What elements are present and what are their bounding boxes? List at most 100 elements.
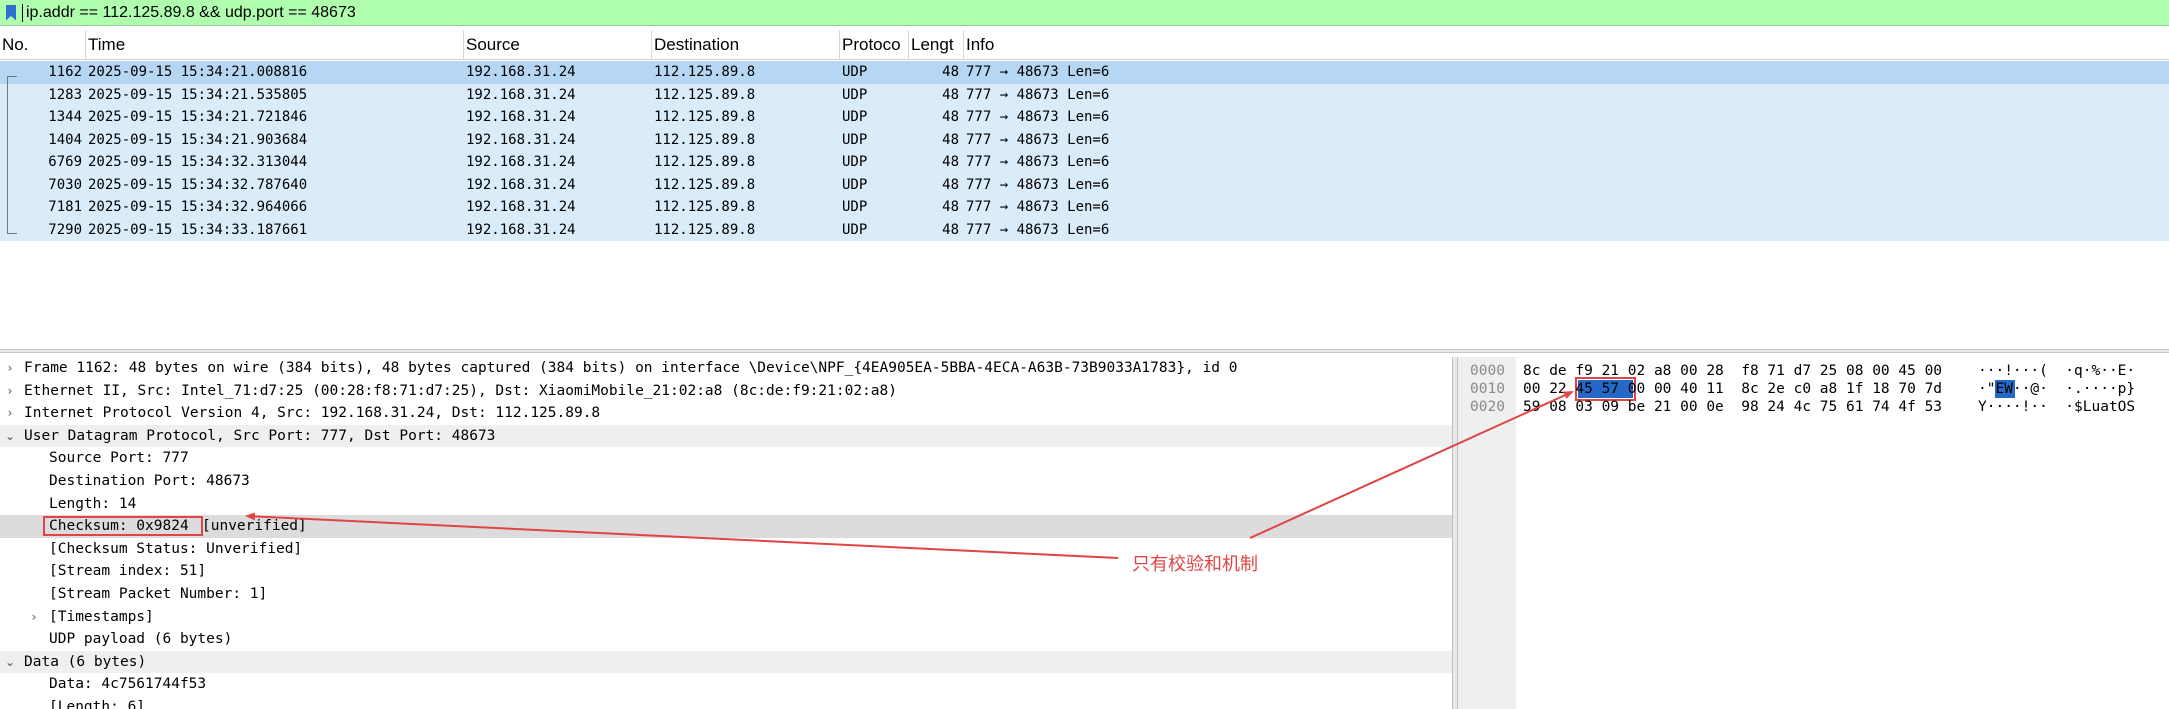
column-header-time[interactable]: Time [86, 30, 464, 60]
collapsed-arrow-icon[interactable]: › [3, 357, 17, 380]
cell-protocol: UDP [842, 131, 868, 148]
bytes-row[interactable]: 0020 59 08 03 09 be 21 00 0e 98 24 4c 75 … [1458, 398, 2169, 416]
cell-destination: 112.125.89.8 [654, 109, 756, 125]
bytes-hex: 8c de f9 21 02 a8 00 28 f8 71 d7 25 08 0… [1523, 363, 1943, 379]
display-filter-bar[interactable]: ip.addr == 112.125.89.8 && udp.port == 4… [0, 0, 2169, 26]
cell-length: 48 [942, 154, 959, 170]
bookmark-icon [6, 4, 16, 21]
packet-row[interactable]: 7030 2025-09-15 15:34:32.787640 192.168.31… [0, 173, 2169, 196]
pane-splitter-horizontal[interactable] [0, 349, 2169, 353]
tree-item[interactable]: Data: 4c7561744f53 [0, 673, 1452, 696]
packet-details-tree[interactable]: › Frame 1162: 48 bytes on wire (384 bits)… [0, 357, 1452, 709]
cell-info: 777 → 48673 Len=6 [966, 109, 1110, 125]
tree-item[interactable]: [Length: 6] [0, 696, 1452, 709]
cell-protocol: UDP [842, 221, 868, 238]
cell-source: 192.168.31.24 [466, 199, 576, 215]
cell-info: 777 → 48673 Len=6 [966, 154, 1110, 170]
tree-item[interactable]: [Stream Packet Number: 1] [0, 583, 1452, 606]
column-header-info[interactable]: Info [964, 30, 2169, 60]
tree-item[interactable]: UDP payload (6 bytes) [0, 628, 1452, 651]
packet-row[interactable]: 6769 2025-09-15 15:34:32.313044 192.168.31… [0, 151, 2169, 174]
bytes-row[interactable]: 0000 8c de f9 21 02 a8 00 28 f8 71 d7 25 … [1458, 362, 2169, 380]
cell-source: 192.168.31.24 [466, 64, 576, 80]
tree-item[interactable]: Source Port: 777 [0, 447, 1452, 470]
tree-item[interactable]: ⌄ User Datagram Protocol, Src Port: 777, … [0, 424, 1452, 448]
column-header-protocol[interactable]: Protoco [840, 30, 909, 60]
bytes-ascii: Y····!·· ·$LuatOS [1978, 399, 2136, 415]
tree-item-label: [Timestamps] [49, 608, 154, 625]
tree-item[interactable]: › [Timestamps] [0, 606, 1452, 629]
cell-length: 48 [942, 86, 959, 103]
cell-time: 2025-09-15 15:34:21.008816 [88, 64, 308, 80]
cell-protocol: UDP [842, 64, 868, 80]
tree-item[interactable]: Length: 14 [0, 493, 1452, 516]
tree-item-label: Internet Protocol Version 4, Src: 192.16… [24, 405, 601, 422]
bytes-ascii: ···!···( ·q·%··E· [1978, 363, 2136, 379]
cell-protocol: UDP [842, 109, 868, 125]
tree-item-suffix: [unverified] [202, 518, 307, 535]
packet-bytes-pane[interactable]: 0000 8c de f9 21 02 a8 00 28 f8 71 d7 25 … [1458, 357, 2169, 709]
bytes-row[interactable]: 0010 00 22 45 57 00 00 40 11 8c 2e c0 a8 … [1458, 380, 2169, 398]
cell-destination: 112.125.89.8 [654, 199, 756, 215]
bytes-hex: 59 08 03 09 be 21 00 0e 98 24 4c 75 61 7… [1523, 399, 1943, 415]
packet-row[interactable]: 1283 2025-09-15 15:34:21.535805 192.168.31… [0, 83, 2169, 106]
tree-item-label: [Length: 6] [49, 699, 146, 709]
cell-protocol: UDP [842, 154, 868, 170]
cell-time: 2025-09-15 15:34:21.535805 [88, 86, 308, 103]
tree-item-label: Ethernet II, Src: Intel_71:d7:25 (00:28:… [24, 382, 897, 399]
cell-length: 48 [942, 64, 959, 80]
cell-length: 48 [942, 176, 959, 193]
bytes-offset: 0000 [1470, 363, 1505, 379]
column-header-length[interactable]: Lengt [909, 30, 964, 60]
tree-item-label: Frame 1162: 48 bytes on wire (384 bits),… [24, 360, 1238, 376]
cell-length: 48 [942, 131, 959, 148]
cell-destination: 112.125.89.8 [654, 176, 756, 193]
cell-protocol: UDP [842, 176, 868, 193]
cell-time: 2025-09-15 15:34:32.313044 [88, 154, 308, 170]
tree-item[interactable]: Destination Port: 48673 [0, 470, 1452, 493]
annotation-label: 只有校验和机制 [1132, 554, 1258, 575]
tree-item-label: Source Port: 777 [49, 450, 189, 467]
cell-protocol: UDP [842, 199, 868, 215]
packet-row[interactable]: 7290 2025-09-15 15:34:33.187661 192.168.31… [0, 218, 2169, 241]
cell-source: 192.168.31.24 [466, 176, 576, 193]
collapsed-arrow-icon[interactable]: › [3, 402, 17, 425]
tree-item-label: UDP payload (6 bytes) [49, 631, 233, 648]
collapsed-arrow-icon[interactable]: › [27, 606, 41, 629]
conversation-bracket-line [7, 82, 8, 232]
tree-item-label: Destination Port: 48673 [49, 473, 250, 489]
bytes-ascii: ·"EW··@· ·.····p} [1978, 381, 2136, 397]
expanded-arrow-icon[interactable]: ⌄ [3, 425, 17, 448]
cell-info: 777 → 48673 Len=6 [966, 221, 1110, 238]
column-header-source[interactable]: Source [464, 30, 652, 60]
expanded-arrow-icon[interactable]: ⌄ [3, 651, 17, 674]
bytes-hex: 00 22 45 57 00 00 40 11 8c 2e c0 a8 1f 1… [1523, 381, 1943, 397]
packet-row[interactable]: 1162 2025-09-15 15:34:21.008816 192.168.31… [0, 61, 2169, 84]
cell-source: 192.168.31.24 [466, 154, 576, 170]
conversation-bracket-start [7, 76, 17, 82]
cell-source: 192.168.31.24 [466, 131, 576, 148]
cell-source: 192.168.31.24 [466, 109, 576, 125]
column-header-destination[interactable]: Destination [652, 30, 840, 60]
filter-bookmark-button[interactable] [0, 0, 22, 26]
tree-item[interactable]: › Frame 1162: 48 bytes on wire (384 bits)… [0, 357, 1452, 380]
cell-length: 48 [942, 221, 959, 238]
tree-item[interactable]: › Internet Protocol Version 4, Src: 192.1… [0, 402, 1452, 425]
tree-item-label: [Stream index: 51] [49, 563, 207, 580]
tree-item[interactable]: Checksum: 0x9824 [unverified] [0, 515, 1452, 538]
tree-item[interactable]: › Ethernet II, Src: Intel_71:d7:25 (00:28… [0, 380, 1452, 403]
bytes-offset: 0010 [1470, 381, 1505, 397]
packet-row[interactable]: 1404 2025-09-15 15:34:21.903684 192.168.31… [0, 128, 2169, 151]
tree-item-label: [Checksum Status: Unverified] [49, 540, 303, 557]
cell-info: 777 → 48673 Len=6 [966, 64, 1110, 80]
display-filter-input[interactable]: ip.addr == 112.125.89.8 && udp.port == 4… [22, 3, 356, 22]
conversation-bracket-end [7, 226, 17, 234]
packet-row[interactable]: 7181 2025-09-15 15:34:32.964066 192.168.31… [0, 196, 2169, 219]
packet-list[interactable]: No. Time Source Destination Protoco Leng… [0, 30, 2169, 350]
packet-row[interactable]: 1344 2025-09-15 15:34:21.721846 192.168.31… [0, 106, 2169, 129]
column-header-no[interactable]: No. [0, 30, 86, 60]
cell-no: 1404 [48, 131, 82, 148]
collapsed-arrow-icon[interactable]: › [3, 380, 17, 403]
tree-item[interactable]: ⌄ Data (6 bytes) [0, 650, 1452, 674]
tree-item-label: Data: 4c7561744f53 [49, 676, 207, 693]
